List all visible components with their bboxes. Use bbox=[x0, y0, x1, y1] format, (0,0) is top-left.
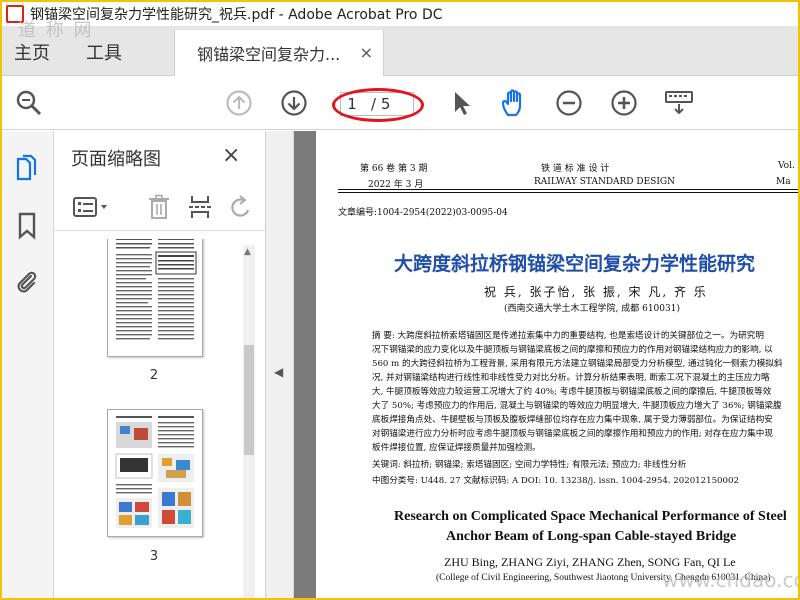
header-rule bbox=[338, 189, 798, 190]
abstract-line: 底板焊接角点处、牛腿壁板与顶板及腹板焊缝部位均存在应力集中现象, 属于受力薄弱部… bbox=[372, 415, 773, 425]
scroll-up-icon[interactable]: ▲ bbox=[244, 247, 251, 257]
abstract-line: 对钢锚梁进行应力分析时应考虑牛腿顶板与钢锚梁底板之间的摩擦作用和预应力的作用; … bbox=[372, 429, 773, 439]
authors-cn: 祝 兵, 张子怡, 张 振, 宋 凡, 齐 乐 bbox=[484, 285, 708, 299]
next-page-icon[interactable] bbox=[279, 88, 309, 118]
abstract-line: 560 m 的大跨径斜拉桥为工程背景, 采用有限元方法建立钢锚梁局部受力分析模型… bbox=[372, 359, 783, 369]
acrobat-window: 钢锚梁空间复杂力学性能研究_祝兵.pdf - Adobe Acrobat Pro… bbox=[0, 0, 800, 600]
collapse-panel-icon[interactable]: ◀ bbox=[274, 365, 283, 379]
header-volume: 第 66 卷 第 3 期 bbox=[360, 164, 428, 174]
toolbar: / 5 bbox=[2, 76, 798, 130]
watermark-top-left: 道 称 网 bbox=[18, 20, 94, 41]
keywords: 关键词: 斜拉桥; 钢锚梁; 索塔锚固区; 空间力学特性; 有限元法; 预应力;… bbox=[372, 460, 687, 470]
abstract-line: 板件焊接位置, 应保证焊接质量并加强检测。 bbox=[372, 443, 541, 453]
thumbnail-page-3[interactable] bbox=[107, 409, 203, 537]
hand-tool-icon[interactable] bbox=[499, 88, 529, 118]
abstract-line: 摘 要: 大跨度斜拉桥索塔锚固区是传递拉索集中力的重要结构, 也是索塔设计的关键… bbox=[372, 331, 764, 341]
prev-page-icon[interactable] bbox=[224, 88, 254, 118]
document-view[interactable]: 第 66 卷 第 3 期 铁 道 标 准 设 计 Vol. 6 2022 年 3… bbox=[294, 131, 798, 598]
english-title-line-1: Research on Complicated Space Mechanical… bbox=[394, 509, 787, 524]
tab-home[interactable]: 主页 bbox=[14, 39, 50, 65]
affiliation-cn: (西南交通大学土木工程学院, 成都 610031) bbox=[504, 304, 680, 314]
attachment-icon[interactable] bbox=[12, 267, 42, 297]
panel-toolbar bbox=[54, 183, 266, 231]
pdf-page: 第 66 卷 第 3 期 铁 道 标 准 设 计 Vol. 6 2022 年 3… bbox=[316, 131, 798, 598]
header-journal-en: RAILWAY STANDARD DESIGN bbox=[534, 177, 675, 187]
thumbnail-list: 2 3 bbox=[54, 239, 254, 598]
header-rule bbox=[338, 192, 798, 193]
navigation-strip bbox=[2, 131, 54, 598]
tab-document[interactable]: 钢锚梁空间复杂力... × bbox=[174, 30, 384, 76]
page-thumbnails-icon[interactable] bbox=[12, 153, 42, 183]
thumbnail-page-2[interactable] bbox=[107, 239, 203, 357]
thumbnail-scrollbar[interactable]: ▲ bbox=[243, 245, 255, 598]
header-date-en: Ma bbox=[776, 177, 791, 187]
keyboard-icon[interactable] bbox=[664, 88, 694, 118]
panel-title: 页面缩略图 bbox=[71, 149, 161, 170]
red-highlight-ellipse bbox=[332, 88, 424, 122]
tab-document-label: 钢锚梁空间复杂力... bbox=[197, 45, 341, 64]
title-bar: 钢锚梁空间复杂力学性能研究_祝兵.pdf - Adobe Acrobat Pro… bbox=[2, 2, 798, 26]
classification: 中图分类号: U448. 27 文献标识码: A DOI: 10. 13238/… bbox=[372, 476, 739, 486]
thumbnail-label: 3 bbox=[149, 549, 159, 564]
close-tab-icon[interactable]: × bbox=[360, 43, 373, 62]
header-vol-en: Vol. 6 bbox=[778, 161, 798, 171]
article-number: 文章编号:1004-2954(2022)03-0095-04 bbox=[338, 208, 508, 218]
thumbnail-label: 2 bbox=[149, 368, 159, 383]
abstract-line: 大了 50%; 考虑预应力的作用后, 混凝土与钢锚梁的等效应力明显增大, 牛腿顶… bbox=[372, 401, 782, 411]
zoom-in-icon[interactable] bbox=[609, 88, 639, 118]
english-title-line-2: Anchor Beam of Long-span Cable-stayed Br… bbox=[446, 529, 737, 544]
abstract-line: 况, 并对钢锚梁结构进行线性和非线性受力对比分析。计算分析结果表明, 断索工况下… bbox=[372, 373, 770, 383]
scrollbar-thumb[interactable] bbox=[244, 345, 254, 455]
tab-bar: 主页 工具 钢锚梁空间复杂力... × bbox=[2, 26, 798, 76]
zoom-out-icon[interactable] bbox=[554, 88, 584, 118]
delete-page-icon[interactable] bbox=[144, 193, 174, 221]
header-journal-cn: 铁 道 标 准 设 计 bbox=[541, 164, 610, 174]
abstract-line: 况下钢锚梁的应力变化以及牛腿顶板与钢锚梁底板之间的摩擦和预应力的作用对钢锚梁结构… bbox=[372, 345, 773, 355]
close-panel-icon[interactable]: × bbox=[222, 143, 240, 168]
tab-tools[interactable]: 工具 bbox=[86, 39, 122, 65]
rotate-page-icon[interactable] bbox=[226, 193, 256, 221]
options-menu-icon[interactable] bbox=[72, 193, 112, 221]
watermark-bottom-right: www.cndao.com bbox=[662, 568, 798, 592]
page-thumbnails-panel: 页面缩略图 × 2 3 ▲ bbox=[54, 131, 266, 598]
panel-splitter[interactable]: ◀ bbox=[266, 131, 294, 598]
extract-page-icon[interactable] bbox=[186, 193, 216, 221]
abstract-line: 大, 牛腿顶板等效应力较运营工况增大了约 40%; 考虑牛腿顶板与钢锚梁底板之间… bbox=[372, 387, 772, 397]
search-icon[interactable] bbox=[14, 88, 44, 118]
chinese-title: 大跨度斜拉桥钢锚梁空间复杂力学性能研究 bbox=[394, 253, 756, 275]
select-cursor-icon[interactable] bbox=[446, 88, 476, 118]
bookmark-icon[interactable] bbox=[12, 211, 42, 241]
